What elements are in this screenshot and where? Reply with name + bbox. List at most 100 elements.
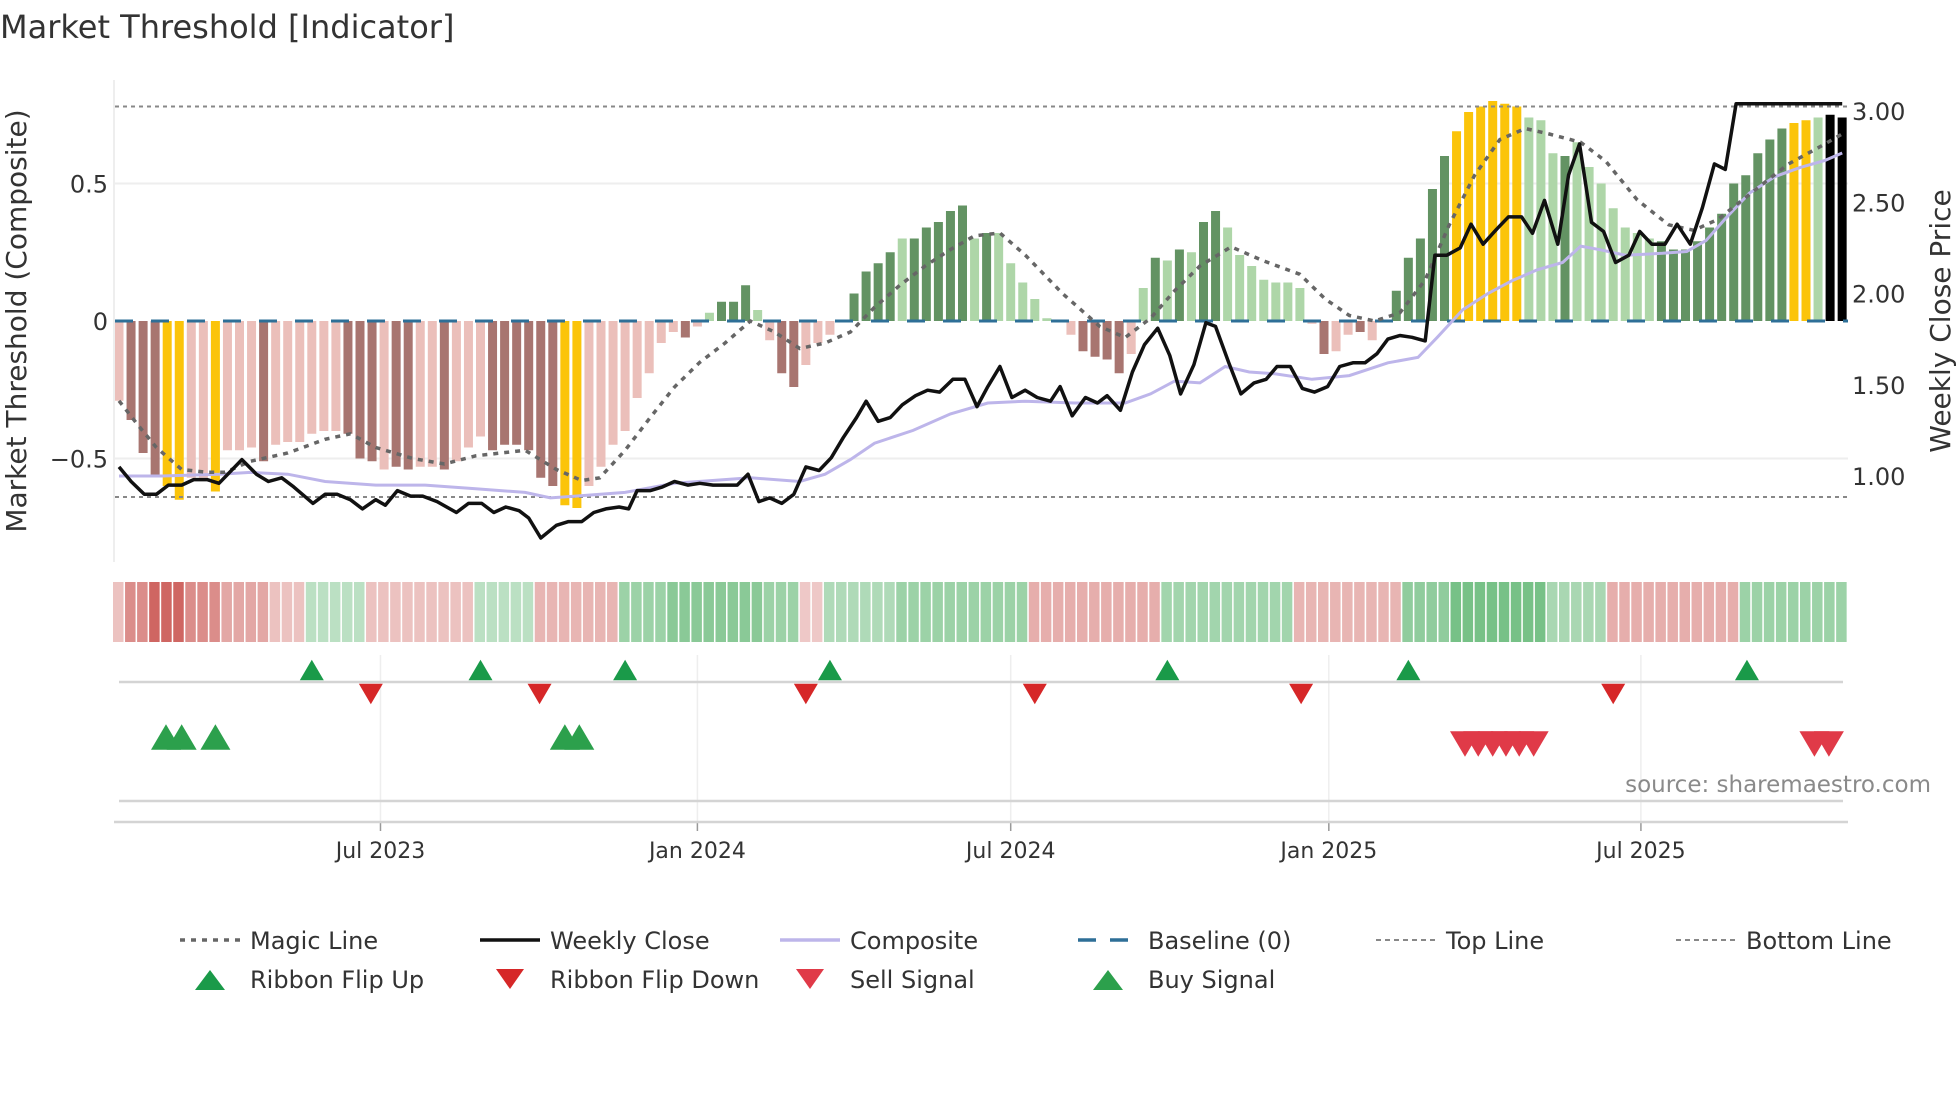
composite-bar [801,321,811,365]
ribbon-cell [1390,582,1401,642]
ribbon-cell [715,582,726,642]
ribbon-cell [1607,582,1618,642]
triangle-down-icon [496,969,524,989]
ribbon-cell [558,582,570,642]
ribbon-cell [1486,582,1498,642]
ribbon-cell [811,582,823,642]
ribbon-cell [1040,582,1052,642]
right-tick-label: 1.00 [1852,463,1905,491]
composite-bar [1367,321,1377,341]
ribbon-cell [1221,582,1233,642]
ribbon-cell [1004,582,1016,642]
ribbon-cell [655,582,666,642]
x-tick-label: Jan 2025 [1278,839,1377,864]
ribbon-cell [872,582,883,642]
composite-bar [331,321,341,431]
composite-bar [367,321,377,462]
composite-bar [1355,321,1365,332]
ribbon-cell [643,582,654,642]
ribbon-cell [1643,582,1654,642]
ribbon-flip-up-marker [613,659,638,681]
right-tick-label: 1.50 [1852,372,1905,400]
signal-rows: Jul 2023 Jan 2024 Jul 2024 Jan 2025 Jul 2025 [114,655,1848,864]
composite-bar [680,321,690,338]
legend-label: Bottom Line [1746,927,1892,955]
ribbon-cell [378,582,389,642]
ribbon-flip-up-marker [1396,659,1421,681]
composite-bar [789,321,799,387]
ribbon-cell [679,582,690,642]
ribbon-cell [426,582,437,642]
x-tick-label: Jul 2023 [334,839,426,864]
ribbon-cell [570,582,582,642]
ribbon-cell [1414,582,1425,642]
composite-line [119,151,1843,500]
ribbon-flip-up-marker [1155,659,1180,681]
ribbon-flip-up-marker [468,659,493,681]
composite-bar [319,321,329,431]
ribbon-cell [149,582,160,642]
legend-label: Ribbon Flip Down [550,966,759,994]
ribbon-cell [245,582,257,642]
ribbon-cell [1787,582,1799,642]
ribbon-flip-up-marker [299,659,324,681]
ribbon-cell [727,582,739,642]
legend-label: Ribbon Flip Up [250,966,424,994]
ribbon-cell [498,582,510,642]
composite-bar [958,205,967,321]
composite-bar [524,321,534,451]
ribbon-flip-down-marker [1601,683,1626,705]
composite-bar [982,233,992,321]
composite-bar [391,321,401,467]
ribbon-cell [474,582,485,642]
ribbon-cell [257,582,269,642]
ribbon-cell [1534,582,1546,642]
ribbon-cell [1173,582,1184,642]
left-tick-label: −0.5 [50,446,108,474]
ribbon-cell [1800,582,1811,642]
ribbon-cell [1751,582,1763,642]
ribbon-cell [269,582,281,642]
composite-bar [1620,227,1630,321]
composite-bar [1283,282,1293,321]
composite-bar [873,263,883,321]
ribbon-cell [1016,582,1028,642]
composite-bar [548,321,558,486]
composite-bar [560,321,570,506]
ribbon-cell [1703,582,1715,642]
composite-bar [644,321,654,374]
ribbon-cell [1775,582,1787,642]
ribbon-cell [1330,582,1341,642]
ribbon-cell [1522,582,1534,642]
ribbon-cell [1715,582,1727,642]
composite-bar [1572,142,1582,321]
ribbon-cell [1510,582,1522,642]
ribbon-cell [1305,582,1317,642]
composite-bar [259,321,269,462]
composite-bar [1596,183,1606,321]
ribbon-cell [1763,582,1775,642]
ribbon-cell [1125,582,1136,642]
ribbon-cell [185,582,196,642]
x-tick-label: Jan 2024 [647,839,746,864]
composite-bar [1789,123,1799,321]
ribbon-cell [896,582,907,642]
right-tick-label: 2.50 [1852,189,1905,217]
left-axis-title: Market Threshold (Composite) [0,109,33,532]
ribbon-cell [992,582,1004,642]
ribbon-cell [848,582,859,642]
legend-label: Buy Signal [1148,966,1275,994]
x-tick-label: Jul 2024 [964,839,1056,864]
ribbon-cell [329,582,341,642]
composite-bar [632,321,642,398]
composite-bar [909,238,919,321]
ribbon-cell [1281,582,1293,642]
ribbon-cell [1101,582,1112,642]
ribbon-cell [281,582,293,642]
composite-bar [921,227,931,321]
ribbon-cell [1619,582,1630,642]
ribbon-cell [1185,582,1196,642]
ribbon-cell [1546,582,1558,642]
composite-bar [1668,249,1678,321]
ribbon-cell [1450,582,1462,642]
